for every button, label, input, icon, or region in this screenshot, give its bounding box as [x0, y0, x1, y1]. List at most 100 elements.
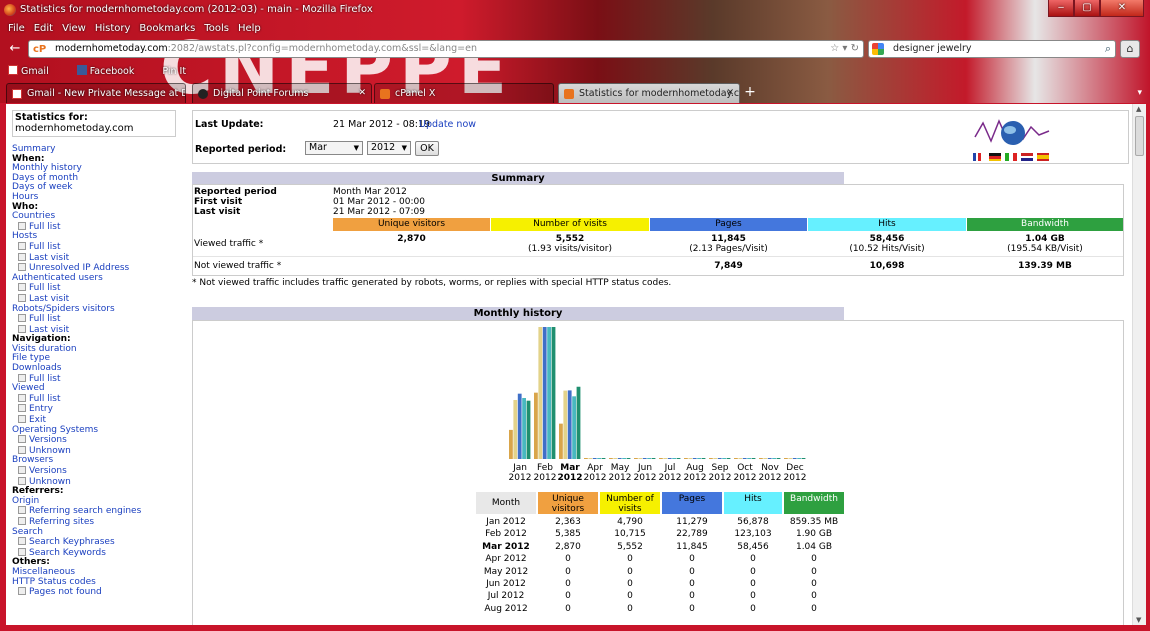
bar-visits	[588, 458, 593, 459]
new-tab-icon[interactable]: +	[742, 83, 758, 103]
history-cell: 0	[627, 566, 633, 577]
menu-link[interactable]: Last visit	[12, 294, 186, 305]
menu-link[interactable]: Hours	[12, 192, 186, 203]
window-controls: ‒ ▢ ✕	[1048, 0, 1144, 17]
search-icon[interactable]: ⌕	[1105, 41, 1111, 57]
value: 5,552	[555, 234, 585, 244]
history-cell: 859.35 MB	[789, 517, 839, 527]
tab-strip: Gmail - New Private Message at Digit... …	[0, 83, 1150, 103]
history-cell: 0	[627, 603, 633, 614]
list-tabs-icon[interactable]: ▾	[1137, 83, 1142, 103]
close-tab-icon[interactable]: ✕	[726, 84, 734, 103]
tab-label: Statistics for modernhometoday.com...	[579, 88, 740, 99]
menu-tools[interactable]: Tools	[204, 21, 229, 37]
menu-history[interactable]: History	[95, 21, 131, 37]
back-arrow-icon[interactable]: ←	[6, 40, 24, 58]
history-cell: 2,870	[555, 541, 581, 552]
menu-link[interactable]: Hosts	[12, 232, 186, 242]
bar-visits	[563, 390, 568, 459]
scrollbar-thumb[interactable]	[1135, 116, 1144, 156]
bar-bandwidth	[701, 458, 706, 459]
menu-link[interactable]: Entry	[12, 404, 186, 415]
reported-period-label: Reported period:	[195, 144, 287, 155]
dropdown-icon[interactable]: ▾	[842, 43, 847, 54]
digitalpoint-icon	[198, 89, 208, 99]
menu-link[interactable]: HTTP Status codes	[12, 577, 186, 588]
close-icon[interactable]: ✕	[1100, 0, 1144, 17]
bar-pages	[642, 458, 647, 459]
tab-statistics[interactable]: Statistics for modernhometoday.com... ✕	[558, 83, 740, 103]
reload-icon[interactable]: ↻	[851, 43, 859, 54]
menu-bookmarks[interactable]: Bookmarks	[139, 21, 195, 37]
scroll-down-icon[interactable]: ▼	[1136, 616, 1141, 624]
menu-link[interactable]: Authenticated users	[12, 273, 186, 284]
bookmark-gmail[interactable]: Gmail	[8, 64, 63, 80]
menu-file[interactable]: File	[8, 21, 25, 37]
menu-link[interactable]: Full list	[12, 222, 186, 233]
tab-cpanel[interactable]: cPanel X	[374, 83, 554, 103]
x-tick-year: 2012	[734, 473, 757, 483]
menu-link[interactable]: Search Keyphrases	[12, 537, 186, 548]
x-tick-month: Aug	[686, 463, 704, 473]
sub-value: (1.93 visits/visitor)	[528, 244, 612, 254]
year-select[interactable]: 2012 ▼	[367, 141, 411, 155]
url-bar[interactable]: cP modernhometoday.com:2082/awstats.pl?c…	[28, 40, 864, 58]
viewed-pages: 11,845 (2.13 Pages/Visit)	[650, 234, 807, 254]
tab-gmail[interactable]: Gmail - New Private Message at Digit...	[6, 83, 186, 103]
bookmark-pinit[interactable]: Pin It	[162, 64, 200, 80]
menu-link[interactable]: Full list	[12, 283, 186, 294]
x-tick-month: May	[611, 463, 630, 473]
menu-link[interactable]: Pages not found	[12, 587, 186, 598]
menu-link[interactable]: Browsers	[12, 456, 186, 466]
reported-period-row-value: Month Mar 2012	[333, 187, 407, 197]
menu-link[interactable]: Search	[12, 527, 186, 538]
menu-edit[interactable]: Edit	[34, 21, 53, 37]
bookmark-facebook[interactable]: Facebook	[76, 64, 149, 80]
menu-link[interactable]: Viewed	[12, 384, 186, 394]
close-tab-icon[interactable]: ✕	[358, 84, 366, 103]
history-cell: Apr 2012	[485, 554, 527, 565]
home-icon[interactable]: ⌂	[1120, 40, 1140, 58]
menu-link[interactable]: Referring sites	[12, 517, 186, 528]
tab-digital-point[interactable]: Digital Point Forums ✕	[192, 83, 372, 103]
history-cell: 0	[750, 591, 756, 602]
menu-link[interactable]: Referring search engines	[12, 506, 186, 517]
menu-link[interactable]: Full list	[12, 314, 186, 325]
history-cell: 0	[811, 579, 817, 589]
bar-visits	[613, 458, 618, 459]
bookmark-star-icon[interactable]: ☆	[830, 43, 839, 54]
bar-bandwidth	[776, 458, 781, 459]
menu-link[interactable]: Versions	[12, 466, 186, 477]
menu-link[interactable]: Full list	[12, 394, 186, 405]
ok-button[interactable]: OK	[415, 141, 439, 156]
scroll-up-icon[interactable]: ▲	[1136, 105, 1141, 113]
vertical-scrollbar[interactable]: ▲ ▼	[1132, 104, 1146, 625]
update-now-link[interactable]: Update now	[419, 119, 476, 130]
bar-hits	[647, 458, 651, 459]
x-tick-month: Jul	[664, 463, 676, 473]
menu-link[interactable]: Days of week	[12, 183, 186, 193]
cpanel-icon	[380, 89, 390, 99]
menu-link[interactable]: Downloads	[12, 363, 186, 374]
minimize-icon[interactable]: ‒	[1048, 0, 1074, 17]
menu-link[interactable]: Countries	[12, 212, 186, 222]
summary-table: Reported period Month Mar 2012 First vis…	[192, 184, 1124, 276]
menu-link[interactable]: Operating Systems	[12, 425, 186, 436]
menu-link[interactable]: Last visit	[12, 253, 186, 264]
history-col-header: Pages	[662, 492, 722, 514]
maximize-icon[interactable]: ▢	[1074, 0, 1100, 17]
history-cell: 0	[689, 566, 695, 577]
menu-view[interactable]: View	[62, 21, 86, 37]
menu-link[interactable]: Robots/Spiders visitors	[12, 304, 186, 315]
search-input[interactable]: designer jewelry	[893, 43, 972, 54]
x-tick-month: Apr	[587, 463, 603, 473]
menu-help[interactable]: Help	[238, 21, 261, 37]
month-select[interactable]: Mar ▼	[305, 141, 363, 155]
search-box[interactable]: designer jewelry ⌕	[868, 40, 1116, 58]
history-cell: Jun 2012	[486, 579, 526, 589]
bar-pages	[792, 458, 797, 459]
menu-link[interactable]: Origin	[12, 496, 186, 507]
menu-link[interactable]: Versions	[12, 435, 186, 446]
bar-bandwidth	[576, 386, 581, 459]
menu-link[interactable]: Full list	[12, 242, 186, 253]
